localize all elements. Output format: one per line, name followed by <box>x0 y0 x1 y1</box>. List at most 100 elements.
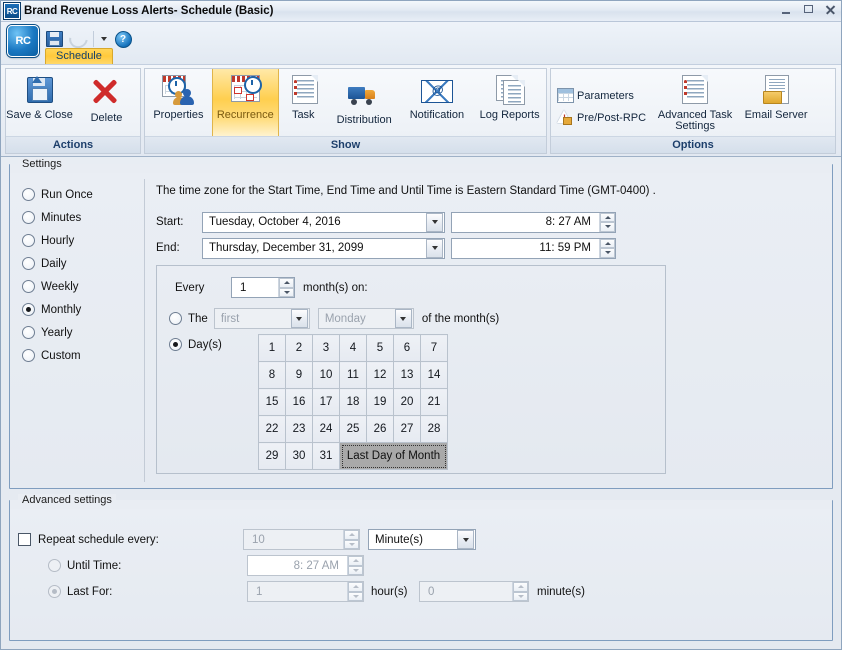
start-label: Start: <box>156 216 202 228</box>
spinner-arrows[interactable] <box>599 213 615 232</box>
title-bar: RC Brand Revenue Loss Alerts- Schedule (… <box>1 1 841 22</box>
ribbon-button-advanced-task-settings[interactable]: Advanced Task Settings <box>652 69 738 136</box>
day-cell-24[interactable]: 24 <box>313 416 340 443</box>
day-cell-11[interactable]: 11 <box>340 362 367 389</box>
day-cell-13[interactable]: 13 <box>394 362 421 389</box>
undo-icon[interactable] <box>67 28 89 50</box>
day-cell-19[interactable]: 19 <box>367 389 394 416</box>
radio-weekly[interactable]: Weekly <box>22 275 142 298</box>
close-icon[interactable] <box>824 3 837 16</box>
day-cell-2[interactable]: 2 <box>286 335 313 362</box>
spinner-arrows[interactable] <box>599 239 615 258</box>
day-cell-18[interactable]: 18 <box>340 389 367 416</box>
day-cell-20[interactable]: 20 <box>394 389 421 416</box>
day-cell-17[interactable]: 17 <box>313 389 340 416</box>
radio-last-for[interactable] <box>48 585 61 598</box>
settings-groupbox: Settings Run Once Minutes Hourly <box>9 164 833 489</box>
ordinal-combo[interactable]: first <box>214 308 310 329</box>
day-cell-21[interactable]: 21 <box>421 389 448 416</box>
day-cell-26[interactable]: 26 <box>367 416 394 443</box>
chevron-down-icon[interactable] <box>98 29 110 49</box>
day-cell-10[interactable]: 10 <box>313 362 340 389</box>
every-months-spinner[interactable]: 1 <box>231 277 295 298</box>
chevron-down-icon[interactable] <box>426 239 443 258</box>
help-icon[interactable]: ? <box>112 28 134 50</box>
legend-mask <box>10 500 832 509</box>
spinner-arrows[interactable] <box>347 556 363 575</box>
chevron-down-icon[interactable] <box>291 309 308 328</box>
ribbon-group-title: Show <box>145 136 546 153</box>
day-cell-31[interactable]: 31 <box>313 443 340 470</box>
day-cell-29[interactable]: 29 <box>259 443 286 470</box>
day-cell-27[interactable]: 27 <box>394 416 421 443</box>
repeat-interval-spinner[interactable]: 10 <box>243 529 360 550</box>
ribbon-button-delete[interactable]: Delete <box>73 69 140 136</box>
day-cell-4[interactable]: 4 <box>340 335 367 362</box>
radio-daily[interactable]: Daily <box>22 252 142 275</box>
ribbon-button-email-server[interactable]: Email Server <box>738 69 814 136</box>
ribbon-button-distribution[interactable]: Distribution <box>328 69 401 136</box>
day-cell-8[interactable]: 8 <box>259 362 286 389</box>
spinner-arrows[interactable] <box>512 582 528 601</box>
day-cell-15[interactable]: 15 <box>259 389 286 416</box>
chevron-down-icon[interactable] <box>457 530 474 549</box>
radio-days[interactable] <box>169 338 182 351</box>
last-for-hours-value: 1 <box>248 586 347 598</box>
day-cell-last-day-of-month[interactable]: Last Day of Month <box>340 443 448 470</box>
radio-run-once[interactable]: Run Once <box>22 183 142 206</box>
ribbon-button-recurrence[interactable]: Recurrence <box>212 69 279 136</box>
ribbon-button-task[interactable]: Task <box>279 69 328 136</box>
tab-schedule[interactable]: Schedule <box>45 48 113 64</box>
spinner-arrows[interactable] <box>347 582 363 601</box>
day-cell-16[interactable]: 16 <box>286 389 313 416</box>
day-cell-3[interactable]: 3 <box>313 335 340 362</box>
start-time-spinner[interactable]: 8: 27 AM <box>451 212 616 233</box>
repeat-schedule-checkbox[interactable] <box>18 533 31 546</box>
chevron-down-icon[interactable] <box>426 213 443 232</box>
ribbon-button-properties[interactable]: Properties <box>145 69 212 136</box>
repeat-unit-combo[interactable]: Minute(s) <box>368 529 476 550</box>
day-cell-25[interactable]: 25 <box>340 416 367 443</box>
last-for-hours-spinner[interactable]: 1 <box>247 581 364 602</box>
radio-minutes[interactable]: Minutes <box>22 206 142 229</box>
weekday-combo[interactable]: Monday <box>318 308 414 329</box>
day-cell-14[interactable]: 14 <box>421 362 448 389</box>
radio-yearly[interactable]: Yearly <box>22 321 142 344</box>
day-grid-row: 1 2 3 4 5 6 7 <box>259 335 448 362</box>
ribbon-button-save-close[interactable]: Save & Close <box>6 69 73 136</box>
until-time-spinner[interactable]: 8: 27 AM <box>247 555 364 576</box>
day-cell-9[interactable]: 9 <box>286 362 313 389</box>
minimize-icon[interactable] <box>780 3 793 16</box>
day-cell-30[interactable]: 30 <box>286 443 313 470</box>
ribbon-button-label: Parameters <box>577 90 634 102</box>
frequency-radio-group: Run Once Minutes Hourly Daily <box>22 183 142 367</box>
radio-custom[interactable]: Custom <box>22 344 142 367</box>
day-cell-12[interactable]: 12 <box>367 362 394 389</box>
end-date-combo[interactable]: Thursday, December 31, 2099 <box>202 238 445 259</box>
maximize-icon[interactable] <box>802 3 815 16</box>
chevron-down-icon[interactable] <box>395 309 412 328</box>
app-logo-icon[interactable]: RC <box>7 25 39 57</box>
ribbon-button-notification[interactable]: @ Notification <box>401 69 474 136</box>
last-for-minutes-spinner[interactable]: 0 <box>419 581 529 602</box>
ribbon-button-pre-post-rpc[interactable]: ! Pre/Post-RPC <box>557 110 646 126</box>
ribbon-button-parameters[interactable]: Parameters <box>557 88 646 104</box>
spinner-arrows[interactable] <box>278 278 294 297</box>
day-cell-7[interactable]: 7 <box>421 335 448 362</box>
day-cell-23[interactable]: 23 <box>286 416 313 443</box>
end-date-value: Thursday, December 31, 2099 <box>203 242 426 254</box>
radio-hourly[interactable]: Hourly <box>22 229 142 252</box>
radio-the-ordinal[interactable] <box>169 312 182 325</box>
ribbon-button-log-reports[interactable]: Log Reports <box>473 69 546 136</box>
radio-until-time[interactable] <box>48 559 61 572</box>
day-cell-5[interactable]: 5 <box>367 335 394 362</box>
spinner-arrows[interactable] <box>343 530 359 549</box>
radio-monthly[interactable]: Monthly <box>22 298 142 321</box>
day-cell-28[interactable]: 28 <box>421 416 448 443</box>
day-cell-1[interactable]: 1 <box>259 335 286 362</box>
end-time-spinner[interactable]: 11: 59 PM <box>451 238 616 259</box>
save-icon[interactable] <box>43 28 65 50</box>
start-date-combo[interactable]: Tuesday, October 4, 2016 <box>202 212 445 233</box>
day-cell-22[interactable]: 22 <box>259 416 286 443</box>
day-cell-6[interactable]: 6 <box>394 335 421 362</box>
